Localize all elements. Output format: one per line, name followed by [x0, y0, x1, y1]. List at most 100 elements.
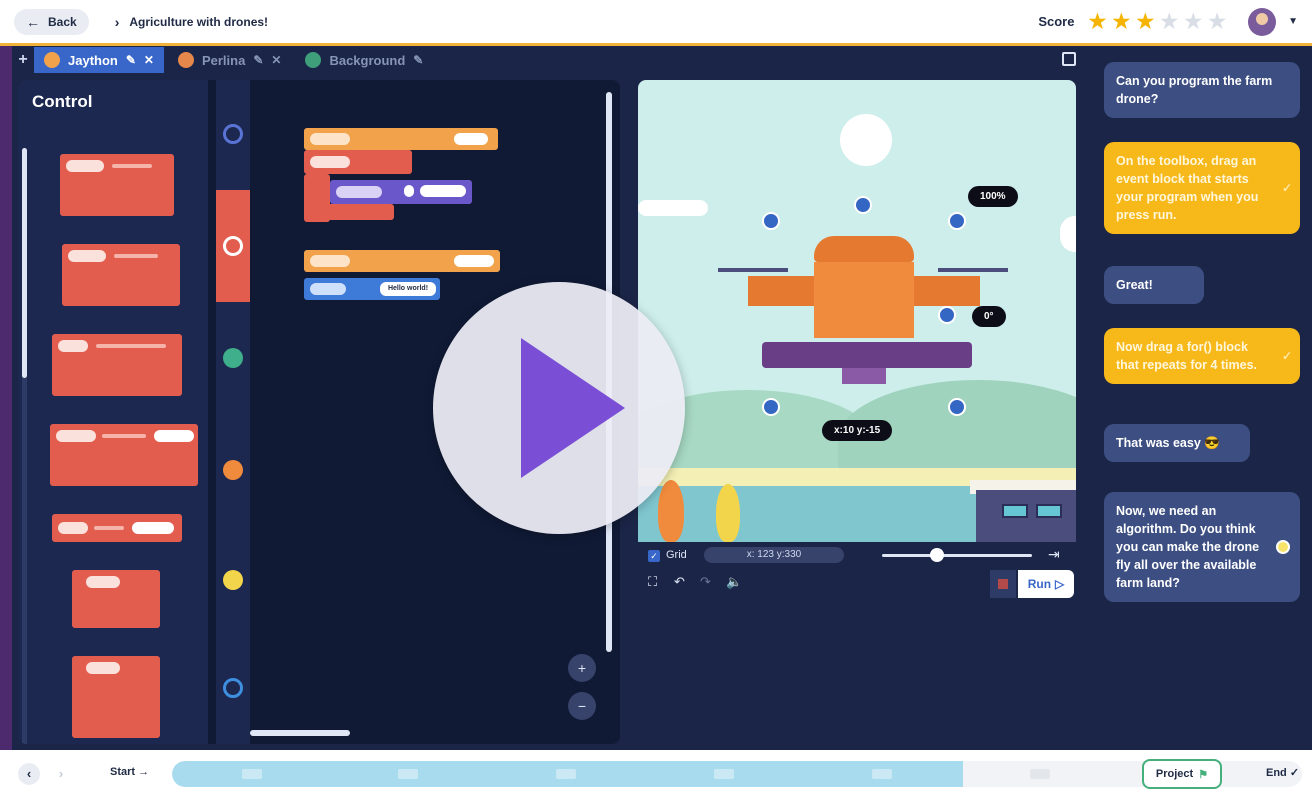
say-text-input[interactable]: Hello world!	[380, 282, 436, 296]
palette-block-wait[interactable]	[52, 514, 182, 542]
video-play-button[interactable]	[433, 282, 685, 534]
popout-icon[interactable]	[1062, 52, 1076, 66]
drone-arm-left	[748, 276, 814, 306]
step-marker[interactable]	[556, 769, 576, 779]
pencil-icon[interactable]: ✎	[126, 53, 136, 67]
back-button[interactable]: ← Back	[14, 8, 89, 35]
step-marker[interactable]	[714, 769, 734, 779]
step-marker[interactable]	[398, 769, 418, 779]
steps-input[interactable]	[404, 185, 414, 197]
tab-jaython[interactable]: Jaython ✎ ✕	[34, 47, 164, 73]
arrow-right-icon: →	[138, 766, 150, 778]
end-label[interactable]: End ✓	[1266, 766, 1299, 779]
character-icon	[177, 52, 194, 68]
close-icon[interactable]: ✕	[271, 53, 281, 67]
palette-block-for[interactable]	[52, 334, 182, 396]
block-text	[102, 434, 146, 438]
chat-text: That was easy 😎	[1116, 436, 1220, 450]
instruction-chat: Can you program the farm drone? On the t…	[1086, 46, 1312, 750]
zoom-in-button[interactable]: +	[568, 654, 596, 682]
block-input	[310, 133, 350, 145]
resize-handle[interactable]	[948, 398, 966, 416]
block-input	[68, 250, 106, 262]
rotor-left	[718, 268, 788, 272]
tab-perlina[interactable]: Perlina ✎ ✕	[168, 47, 291, 73]
category-motion-icon[interactable]	[223, 460, 243, 480]
category-variables-icon[interactable]	[223, 678, 243, 698]
rotate-handle[interactable]	[938, 306, 956, 324]
chat-text: Now, we need an algorithm. Do you think …	[1116, 504, 1260, 590]
fullscreen-icon[interactable]: ⛶	[648, 574, 657, 590]
block-dropdown[interactable]	[132, 522, 174, 534]
step-marker[interactable]	[1030, 769, 1050, 779]
step-marker[interactable]	[872, 769, 892, 779]
house-window	[1036, 504, 1062, 518]
zoom-out-button[interactable]: −	[568, 692, 596, 720]
lesson-progress	[172, 761, 1302, 787]
while-block-end	[304, 204, 394, 220]
move-handle[interactable]	[854, 196, 872, 214]
block-input	[58, 340, 88, 352]
check-icon: ✓	[1281, 349, 1292, 363]
palette-scrollbar[interactable]	[22, 148, 27, 744]
unit-dropdown[interactable]	[420, 185, 466, 197]
close-icon[interactable]: ✕	[144, 53, 154, 67]
palette-block-if-else[interactable]	[72, 656, 160, 738]
resize-handle[interactable]	[948, 212, 966, 230]
category-control-icon[interactable]	[223, 236, 243, 256]
palette-block-while[interactable]	[60, 154, 174, 216]
drone-arm-right	[914, 276, 980, 306]
say-block[interactable]: Hello world!	[304, 278, 440, 300]
move-block[interactable]	[330, 180, 472, 204]
speed-slider[interactable]	[882, 554, 1032, 557]
run-button[interactable]: Run ▷	[1018, 570, 1074, 598]
while-block[interactable]	[304, 150, 412, 174]
back-label: Back	[48, 14, 77, 29]
next-step-button[interactable]: ›	[50, 763, 72, 785]
rotation-tag: 0°	[972, 306, 1006, 327]
drone-claw	[842, 368, 886, 384]
previous-step-button[interactable]: ‹	[18, 763, 40, 785]
category-pen-icon[interactable]	[223, 570, 243, 590]
block-dropdown[interactable]	[154, 430, 194, 442]
speed-slider-knob[interactable]	[930, 548, 944, 562]
undo-icon[interactable]: ↶	[674, 574, 685, 590]
chat-text: Can you program the farm drone?	[1116, 74, 1273, 106]
stage-scene[interactable]: 100% 0° x:10 y:-15	[638, 80, 1076, 542]
sprite-tabs: + Jaython ✎ ✕ Perlina ✎ ✕ Background ✎	[12, 46, 1086, 74]
start-label[interactable]: Start →	[110, 766, 149, 778]
step-marker[interactable]	[242, 769, 262, 779]
tab-background[interactable]: Background ✎	[295, 47, 433, 73]
start-text: Start	[110, 766, 136, 778]
resize-handle[interactable]	[762, 212, 780, 230]
add-sprite-button[interactable]: +	[12, 51, 34, 69]
star-icon: ★	[1112, 10, 1131, 33]
key-dropdown[interactable]	[454, 133, 488, 145]
check-icon: ✓	[1281, 181, 1292, 195]
block-input	[86, 576, 120, 588]
rotor-right	[938, 268, 1008, 272]
workspace-scrollbar-horizontal[interactable]	[250, 730, 350, 736]
palette-block-if[interactable]	[72, 570, 160, 628]
category-operators-icon[interactable]	[223, 348, 243, 368]
resize-handle[interactable]	[762, 398, 780, 416]
score-label: Score	[1038, 14, 1075, 29]
score-area: Score ★ ★ ★ ★ ★ ★ ▼	[1038, 7, 1298, 36]
palette-title: Control	[32, 92, 93, 111]
avatar[interactable]	[1248, 7, 1277, 36]
event-block-when-pressed[interactable]	[304, 250, 500, 272]
palette-block-while-until[interactable]	[50, 424, 198, 486]
grid-checkbox[interactable]: ✓	[648, 550, 660, 562]
redo-icon[interactable]: ↷	[700, 574, 711, 590]
chevron-down-icon[interactable]: ▼	[1288, 16, 1298, 27]
event-block-when-pressed[interactable]	[304, 128, 498, 150]
sound-icon[interactable]: 🔈	[726, 574, 742, 590]
pencil-icon[interactable]: ✎	[253, 53, 263, 67]
sprite-dropdown[interactable]	[454, 255, 494, 267]
stop-button[interactable]	[990, 570, 1016, 598]
pencil-icon[interactable]: ✎	[413, 53, 423, 67]
project-button[interactable]: Project ⚑	[1142, 759, 1222, 789]
palette-block-while-forever[interactable]	[62, 244, 180, 306]
active-step-icon	[1276, 540, 1290, 554]
category-events-icon[interactable]	[223, 124, 243, 144]
